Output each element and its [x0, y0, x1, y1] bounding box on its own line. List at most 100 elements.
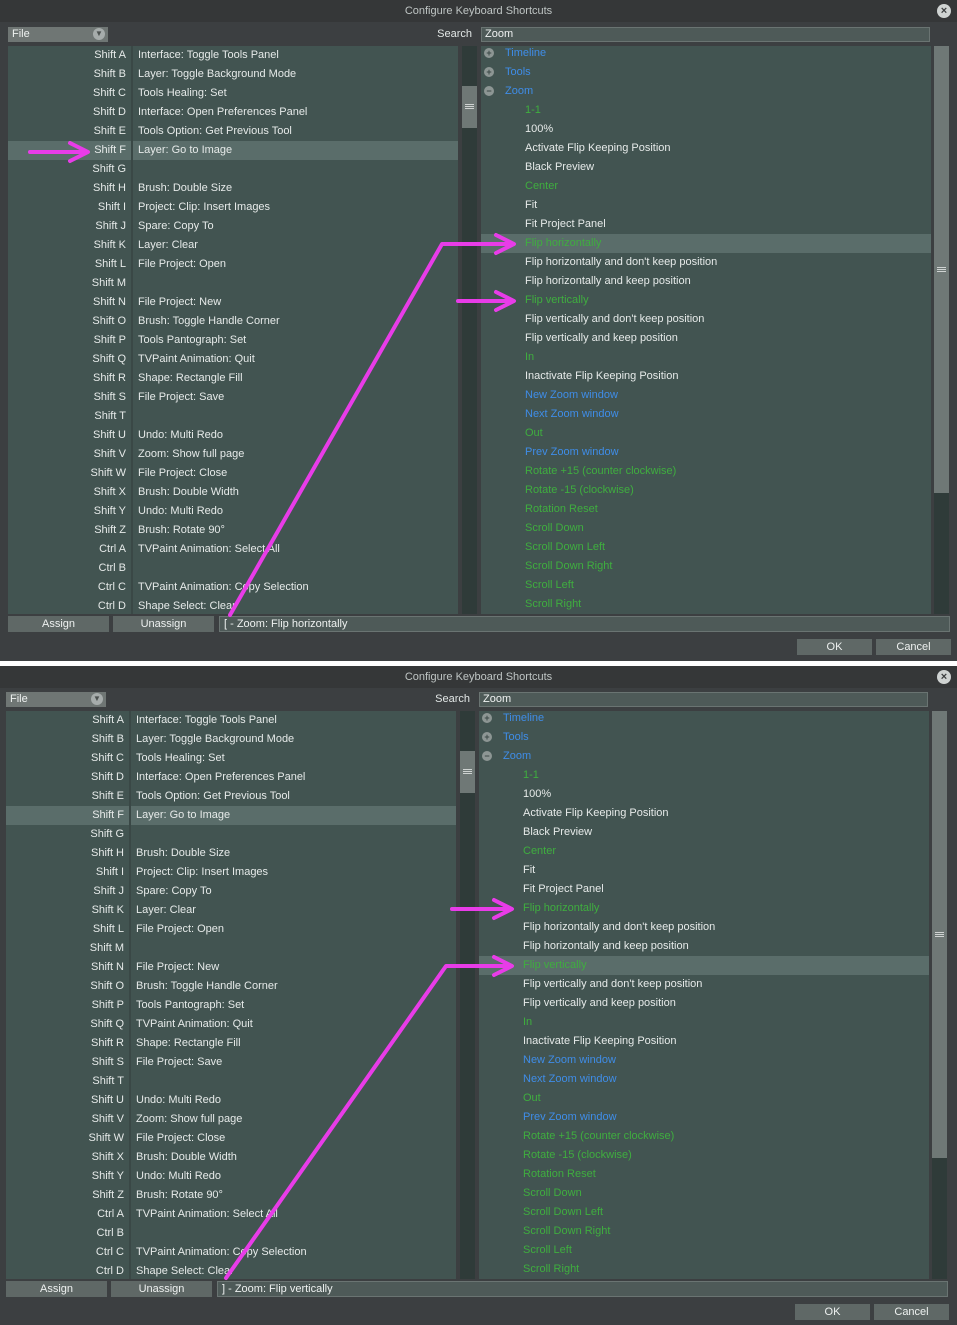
shortcut-row[interactable]: Shift Y Undo: Multi Redo	[8, 502, 458, 521]
shortcut-row[interactable]: Shift M	[6, 939, 456, 958]
tree-item[interactable]: Fit Project Panel	[479, 880, 929, 899]
shortcut-row[interactable]: Shift E Tools Option: Get Previous Tool	[8, 122, 458, 141]
plus-circle-icon[interactable]: +	[482, 713, 492, 723]
shortcut-row[interactable]: Shift I Project: Clip: Insert Images	[8, 198, 458, 217]
tree-item[interactable]: Flip horizontally and don't keep positio…	[479, 918, 929, 937]
shortcut-row[interactable]: Shift H Brush: Double Size	[6, 844, 456, 863]
tree-item[interactable]: Rotate -15 (clockwise)	[481, 481, 931, 500]
shortcut-row[interactable]: Shift W File Project: Close	[8, 464, 458, 483]
shortcut-row[interactable]: Shift Z Brush: Rotate 90°	[8, 521, 458, 540]
tree-item[interactable]: Scroll Left	[479, 1241, 929, 1260]
tree-item[interactable]: Rotation Reset	[481, 500, 931, 519]
shortcut-row[interactable]: Shift K Layer: Clear	[6, 901, 456, 920]
shortcut-row[interactable]: Ctrl D Shape Select: Clear	[6, 1262, 456, 1279]
shortcut-row[interactable]: Shift A Interface: Toggle Tools Panel	[6, 711, 456, 730]
tree-item[interactable]: Flip horizontally	[479, 899, 929, 918]
shortcut-row[interactable]: Ctrl A TVPaint Animation: Select All	[6, 1205, 456, 1224]
shortcut-row[interactable]: Shift S File Project: Save	[6, 1053, 456, 1072]
shortcut-row[interactable]: Shift N File Project: New	[6, 958, 456, 977]
tree-item[interactable]: Flip horizontally and don't keep positio…	[481, 253, 931, 272]
tree-item[interactable]: Rotate +15 (counter clockwise)	[479, 1127, 929, 1146]
shortcut-list-scrollbar[interactable]	[462, 46, 477, 614]
shortcut-row[interactable]: Ctrl B	[6, 1224, 456, 1243]
tree-item[interactable]: Out	[479, 1089, 929, 1108]
tree-item[interactable]: Inactivate Flip Keeping Position	[479, 1032, 929, 1051]
tree-item[interactable]: − Zoom	[481, 82, 931, 101]
tree-item[interactable]: + Tools	[479, 728, 929, 747]
tree-item[interactable]: 1-1	[481, 101, 931, 120]
tree-item[interactable]: Flip vertically and keep position	[479, 994, 929, 1013]
minus-circle-icon[interactable]: −	[484, 86, 494, 96]
shortcut-row[interactable]: Shift S File Project: Save	[8, 388, 458, 407]
shortcut-row[interactable]: Shift R Shape: Rectangle Fill	[8, 369, 458, 388]
shortcut-row[interactable]: Shift Y Undo: Multi Redo	[6, 1167, 456, 1186]
shortcut-row[interactable]: Shift J Spare: Copy To	[6, 882, 456, 901]
shortcut-row[interactable]: Shift T	[8, 407, 458, 426]
shortcut-list-scrollbar[interactable]	[460, 711, 475, 1279]
shortcut-row[interactable]: Ctrl B	[8, 559, 458, 578]
shortcut-row[interactable]: Shift O Brush: Toggle Handle Corner	[6, 977, 456, 996]
unassign-button[interactable]: Unassign	[111, 1281, 212, 1297]
shortcut-row[interactable]: Shift Q TVPaint Animation: Quit	[8, 350, 458, 369]
shortcut-row[interactable]: Shift G	[6, 825, 456, 844]
tree-item[interactable]: Flip horizontally and keep position	[481, 272, 931, 291]
minus-circle-icon[interactable]: −	[482, 751, 492, 761]
shortcut-row[interactable]: Shift T	[6, 1072, 456, 1091]
tree-item[interactable]: Scroll Down Right	[481, 557, 931, 576]
close-icon[interactable]: ×	[937, 4, 951, 18]
shortcut-row[interactable]: Shift H Brush: Double Size	[8, 179, 458, 198]
shortcut-row[interactable]: Shift N File Project: New	[8, 293, 458, 312]
close-icon[interactable]: ×	[937, 670, 951, 684]
tree-item[interactable]: + Timeline	[481, 46, 931, 63]
tree-item[interactable]: Flip horizontally and keep position	[479, 937, 929, 956]
cancel-button[interactable]: Cancel	[876, 639, 951, 655]
shortcut-row[interactable]: Ctrl A TVPaint Animation: Select All	[8, 540, 458, 559]
tree-item[interactable]: Flip vertically and don't keep position	[481, 310, 931, 329]
shortcut-row[interactable]: Shift X Brush: Double Width	[8, 483, 458, 502]
tree-item[interactable]: Flip vertically and don't keep position	[479, 975, 929, 994]
tree-item[interactable]: Rotate +15 (counter clockwise)	[481, 462, 931, 481]
shortcut-row[interactable]: Shift U Undo: Multi Redo	[8, 426, 458, 445]
tree-item[interactable]: Rotate -15 (clockwise)	[479, 1146, 929, 1165]
tree-item[interactable]: 100%	[481, 120, 931, 139]
shortcut-row[interactable]: Ctrl C TVPaint Animation: Copy Selection	[6, 1243, 456, 1262]
shortcut-row[interactable]: Shift K Layer: Clear	[8, 236, 458, 255]
scrollbar-thumb[interactable]	[934, 46, 949, 493]
tree-item[interactable]: Center	[479, 842, 929, 861]
action-tree[interactable]: + Timeline + Tools − Zoom 1-1 100% Activate Flip…	[481, 46, 931, 614]
shortcut-row[interactable]: Shift F Layer: Go to Image	[6, 806, 456, 825]
shortcut-row[interactable]: Shift D Interface: Open Preferences Panel	[6, 768, 456, 787]
tree-item[interactable]: 100%	[479, 785, 929, 804]
tree-item[interactable]: Fit	[479, 861, 929, 880]
shortcut-row[interactable]: Shift P Tools Pantograph: Set	[8, 331, 458, 350]
tree-item[interactable]: Scroll Left	[481, 576, 931, 595]
tree-item[interactable]: − Zoom	[479, 747, 929, 766]
ok-button[interactable]: OK	[797, 639, 872, 655]
tree-item[interactable]: Scroll Down	[481, 519, 931, 538]
shortcut-row[interactable]: Shift B Layer: Toggle Background Mode	[8, 65, 458, 84]
scrollbar-thumb[interactable]	[460, 751, 475, 793]
tree-item[interactable]: Fit Project Panel	[481, 215, 931, 234]
tree-item[interactable]: New Zoom window	[479, 1051, 929, 1070]
tree-item[interactable]: Activate Flip Keeping Position	[479, 804, 929, 823]
tree-item[interactable]: Scroll Right	[481, 595, 931, 614]
search-input[interactable]: Zoom	[481, 27, 930, 42]
shortcut-list[interactable]: Shift A Interface: Toggle Tools Panel Shif…	[6, 711, 456, 1279]
shortcut-row[interactable]: Shift G	[8, 160, 458, 179]
shortcut-row[interactable]: Shift J Spare: Copy To	[8, 217, 458, 236]
file-dropdown[interactable]: File ▼	[6, 692, 106, 707]
plus-circle-icon[interactable]: +	[484, 48, 494, 58]
action-tree-scrollbar[interactable]	[934, 46, 949, 614]
shortcut-row[interactable]: Shift L File Project: Open	[6, 920, 456, 939]
tree-item[interactable]: Fit	[481, 196, 931, 215]
shortcut-row[interactable]: Shift U Undo: Multi Redo	[6, 1091, 456, 1110]
tree-item[interactable]: Next Zoom window	[481, 405, 931, 424]
shortcut-row[interactable]: Shift I Project: Clip: Insert Images	[6, 863, 456, 882]
shortcut-field[interactable]: [ - Zoom: Flip horizontally	[219, 616, 950, 632]
tree-item[interactable]: + Timeline	[479, 711, 929, 728]
shortcut-row[interactable]: Shift E Tools Option: Get Previous Tool	[6, 787, 456, 806]
tree-item[interactable]: Scroll Down Left	[479, 1203, 929, 1222]
tree-item[interactable]: Black Preview	[481, 158, 931, 177]
tree-item[interactable]: Black Preview	[479, 823, 929, 842]
shortcut-row[interactable]: Ctrl C TVPaint Animation: Copy Selection	[8, 578, 458, 597]
